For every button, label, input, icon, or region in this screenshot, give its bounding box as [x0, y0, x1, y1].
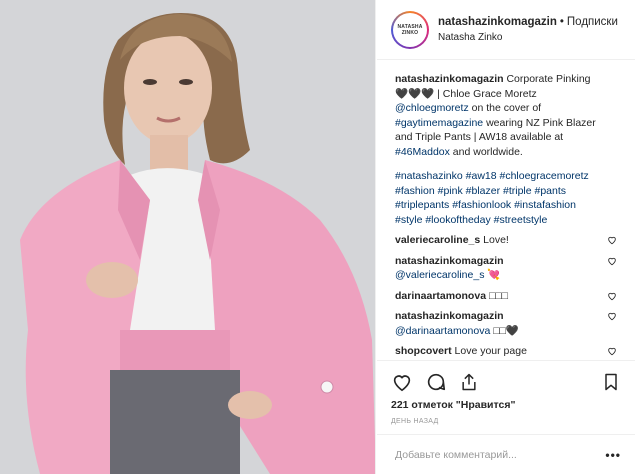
comment-icon[interactable] [425, 371, 447, 393]
post-caption: natashazinkomagazin Corporate Pinking 🖤🖤… [395, 72, 613, 159]
comment-item: natashazinkomagazin @darinaartamonova □□… [395, 309, 616, 338]
header-separator: • [559, 16, 564, 28]
caption-username[interactable]: natashazinkomagazin [395, 73, 504, 85]
share-icon[interactable] [459, 372, 479, 392]
caption-mention[interactable]: @chloegmoretz [395, 102, 469, 114]
hashtag-line[interactable]: #style #lookoftheday #streetstyle [395, 213, 613, 228]
post-image [0, 0, 375, 474]
comment-username[interactable]: natashazinkomagazin [395, 255, 504, 267]
comment-item: natashazinkomagazin @valeriecaroline_s 💘 [395, 254, 616, 283]
avatar[interactable]: NATASHA ZINKO [391, 10, 429, 49]
likes-count[interactable]: 221 отметок "Нравится" [391, 399, 621, 411]
header-location[interactable]: Natasha Zinko [438, 32, 618, 43]
comment-username[interactable]: natashazinkomagazin [395, 310, 504, 322]
more-options-button[interactable]: ••• [605, 448, 621, 462]
post-timestamp[interactable]: ДЕНЬ НАЗАД [391, 418, 621, 425]
caption-text-1: Corporate Pinking [506, 73, 591, 85]
post-header: NATASHA ZINKO natashazinkomagazin • Подпис… [377, 0, 635, 60]
post-side-panel: NATASHA ZINKO natashazinkomagazin • Подпис… [377, 0, 635, 474]
comment-mention[interactable]: @valeriecaroline_s [395, 269, 484, 281]
header-username[interactable]: natashazinkomagazin [438, 16, 557, 28]
comment-text: Love your page [454, 345, 527, 357]
comment-mention[interactable]: @darinaartamonova [395, 325, 490, 337]
caption-text-5: and worldwide. [452, 145, 523, 158]
comment-like-icon[interactable] [607, 256, 617, 266]
hashtag-line[interactable]: #natashazinko #aw18 #chloegracemoretz [395, 169, 613, 184]
hashtag-list: #natashazinko #aw18 #chloegracemoretz #f… [395, 169, 613, 227]
comment-text: 💘 [487, 269, 501, 281]
hashtag-line[interactable]: #triplepants #fashionlook #instafashion [395, 198, 613, 213]
comment-like-icon[interactable] [607, 311, 617, 321]
comments-section: natashazinkomagazin Corporate Pinking 🖤🖤… [377, 60, 635, 360]
comment-like-icon[interactable] [607, 291, 617, 301]
header-text: natashazinkomagazin • Подписки Natasha Zin… [438, 16, 618, 43]
header-line: natashazinkomagazin • Подписки [438, 16, 618, 28]
comment-like-icon[interactable] [607, 346, 617, 356]
post-photo[interactable] [0, 0, 376, 474]
comment-username[interactable]: shopcovert [395, 345, 452, 357]
caption-hearts: 🖤🖤🖤 [395, 87, 435, 100]
comment-item: valeriecaroline_s Love! [395, 233, 616, 248]
comment-text: Love! [483, 234, 509, 246]
post-actions: 221 отметок "Нравится" ДЕНЬ НАЗАД [377, 360, 635, 425]
follow-button[interactable]: Подписки [567, 16, 618, 28]
comment-username[interactable]: valeriecaroline_s [395, 234, 480, 246]
hashtag-line[interactable]: #fashion #pink #blazer #triple #pants [395, 184, 613, 199]
comment-text: □□🖤 [493, 324, 519, 337]
comment-input[interactable] [395, 448, 606, 461]
comment-item: shopcovert Love your page [395, 344, 616, 359]
caption-hashtag-46maddox[interactable]: #46Maddox [395, 146, 450, 158]
avatar-logo: NATASHA ZINKO [393, 12, 427, 47]
heart-icon[interactable] [391, 371, 413, 393]
caption-text-3: on the cover of [471, 102, 542, 114]
action-icons [391, 369, 621, 395]
comment-text: □□□ [488, 289, 508, 302]
comment-like-icon[interactable] [607, 235, 617, 245]
caption-hashtag-gaytime[interactable]: #gaytimemagazine [395, 117, 483, 129]
comment-item: darinaartamonova □□□ [395, 289, 616, 304]
comment-username[interactable]: darinaartamonova [395, 290, 486, 302]
add-comment-bar: ••• [377, 434, 635, 474]
caption-text-2: | Chloe Grace Moretz [437, 87, 537, 100]
bookmark-icon[interactable] [601, 371, 621, 393]
